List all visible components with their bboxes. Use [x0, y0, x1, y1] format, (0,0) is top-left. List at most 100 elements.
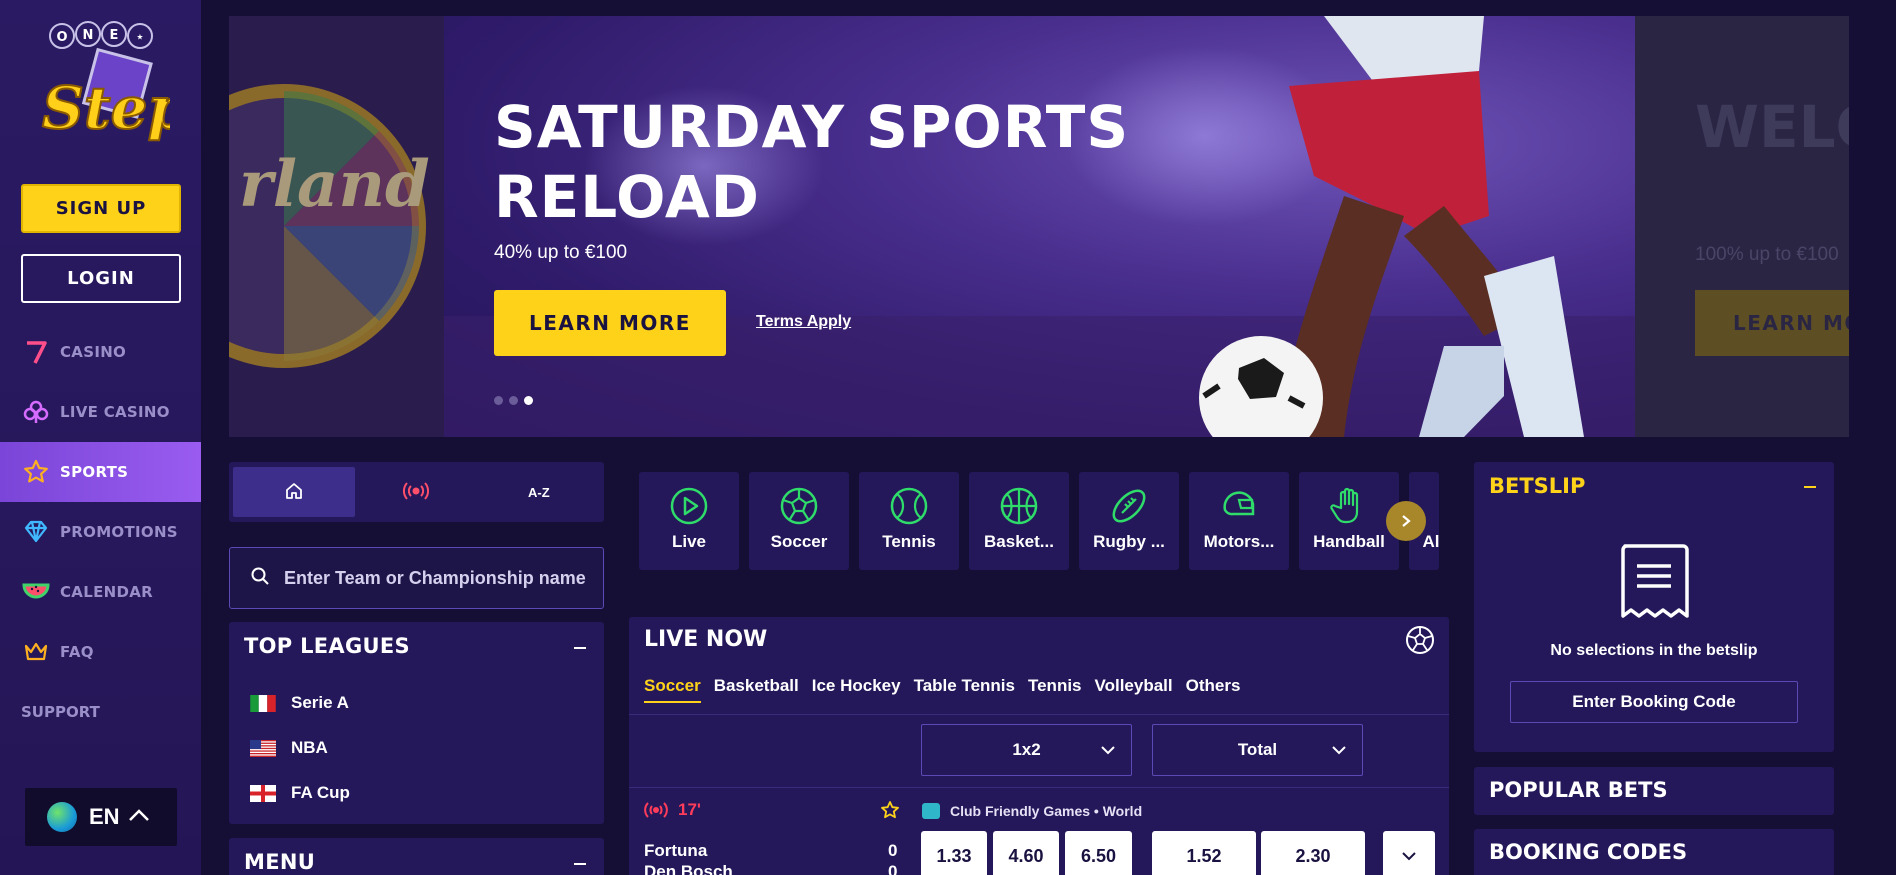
market-label: Total	[1237, 740, 1278, 759]
league-item[interactable]: FA Cup	[250, 783, 350, 803]
sidebar-item-promotions[interactable]: PROMOTIONS	[0, 502, 201, 562]
sports-view-tabs: A-Z	[229, 462, 604, 522]
soccer-ball-icon	[1406, 626, 1434, 654]
banner-title: SATURDAY SPORTS RELOAD	[494, 93, 1130, 231]
chevron-down-icon	[1402, 851, 1416, 860]
home-score: 0	[888, 841, 898, 860]
popular-bets-panel[interactable]: POPULAR BETS	[1474, 767, 1834, 815]
tab-home[interactable]	[233, 467, 356, 517]
booking-codes-panel[interactable]: BOOKING CODES	[1474, 829, 1834, 875]
watermelon-icon	[22, 578, 50, 606]
sidebar-item-live-casino[interactable]: LIVE CASINO	[0, 382, 201, 442]
sidebar-item-faq[interactable]: FAQ	[0, 622, 201, 682]
helmet-icon	[1223, 491, 1255, 516]
booking-codes-title: BOOKING CODES	[1489, 840, 1688, 864]
enter-booking-code-button[interactable]: Enter Booking Code	[1510, 681, 1798, 723]
seven-icon	[22, 338, 50, 366]
league-item[interactable]: NBA	[250, 738, 328, 758]
home-team[interactable]: Fortuna	[644, 841, 707, 861]
odd-over[interactable]: 1.52	[1152, 831, 1256, 875]
betslip-empty-text: No selections in the betslip	[1550, 642, 1758, 659]
odd-away[interactable]: 6.50	[1065, 831, 1132, 875]
league-name: NBA	[291, 738, 328, 757]
sport-label: Rugby ...	[1093, 532, 1165, 551]
tab-live[interactable]	[355, 467, 477, 517]
match-live-minute: 17'	[644, 800, 701, 820]
learn-more-button[interactable]: LEARN MORE	[494, 290, 726, 356]
league-name: Serie A	[291, 693, 349, 712]
live-now-title: LIVE NOW	[644, 627, 768, 652]
basketball-icon	[1000, 487, 1038, 525]
sport-tile-soccer[interactable]: Soccer	[749, 472, 849, 570]
logo[interactable]: O N E ⋆ Step	[30, 18, 189, 148]
league-item[interactable]: Serie A	[250, 693, 349, 713]
search-placeholder: Enter Team or Championship name	[284, 567, 586, 588]
chevron-right-icon	[1402, 515, 1411, 527]
away-team[interactable]: Den Bosch	[644, 862, 733, 875]
sport-label: Handball	[1313, 532, 1385, 551]
next-sports-button[interactable]	[1386, 501, 1426, 541]
sport-tile-live[interactable]: Live	[639, 472, 739, 570]
menu-title: MENU	[244, 850, 316, 874]
play-icon	[670, 487, 708, 525]
promo-banner[interactable]: SATURDAY SPORTS RELOAD 40% up to €100 LE…	[444, 16, 1635, 437]
language-label: EN	[89, 804, 120, 829]
terms-apply-link[interactable]: Terms Apply	[756, 313, 851, 331]
live-tab-tennis[interactable]: Tennis	[1028, 676, 1082, 703]
live-tab-basketball[interactable]: Basketball	[714, 676, 799, 703]
market-select-1x2[interactable]: 1x2	[921, 724, 1132, 776]
sport-tile-basketball[interactable]: Basket...	[969, 472, 1069, 570]
language-selector[interactable]: EN	[25, 788, 177, 846]
sport-tile-handball[interactable]: Handball	[1299, 472, 1399, 570]
live-tab-table-tennis[interactable]: Table Tennis	[914, 676, 1015, 703]
carousel-dot-active[interactable]	[524, 396, 533, 405]
search-input[interactable]: Enter Team or Championship name	[229, 547, 604, 609]
sign-up-button[interactable]: SIGN UP	[21, 184, 181, 233]
sport-label: Al	[1422, 532, 1440, 551]
crown-icon	[22, 638, 50, 666]
market-select-total[interactable]: Total	[1152, 724, 1363, 776]
chevron-up-icon	[128, 808, 150, 827]
italy-flag-icon	[250, 694, 276, 712]
sport-tile-motorsport[interactable]: Motors...	[1189, 472, 1289, 570]
svg-text:Step: Step	[42, 74, 170, 142]
odd-under[interactable]: 2.30	[1261, 831, 1365, 875]
sport-tile-rugby[interactable]: Rugby ...	[1079, 472, 1179, 570]
banner-next-slide[interactable]: WELC BONU 100% up to €100 LEARN MO	[1635, 16, 1849, 437]
sidebar-item-label: LIVE CASINO	[60, 403, 170, 421]
banner-prev-slide[interactable]: rland	[229, 16, 444, 437]
tab-az[interactable]: A-Z	[478, 467, 600, 517]
next-learn-more-button[interactable]: LEARN MO	[1695, 290, 1849, 356]
carousel-dot[interactable]	[509, 396, 518, 405]
live-tab-ice-hockey[interactable]: Ice Hockey	[812, 676, 901, 703]
world-icon	[922, 803, 940, 819]
svg-text:E: E	[110, 28, 119, 43]
collapse-top-leagues-button[interactable]	[574, 647, 586, 649]
odd-draw[interactable]: 4.60	[993, 831, 1059, 875]
svg-text:O: O	[56, 30, 67, 45]
sidebar-item-calendar[interactable]: CALENDAR	[0, 562, 201, 622]
sidebar-item-sports[interactable]: SPORTS	[0, 442, 201, 502]
support-link[interactable]: SUPPORT	[21, 703, 100, 721]
live-tab-soccer[interactable]: Soccer	[644, 676, 701, 703]
sport-label: Live	[671, 532, 707, 551]
live-tab-others[interactable]: Others	[1186, 676, 1241, 703]
sidebar-item-label: CASINO	[60, 343, 127, 361]
live-tab-volleyball[interactable]: Volleyball	[1095, 676, 1173, 703]
sidebar-item-casino[interactable]: CASINO	[0, 322, 201, 382]
carousel-dots	[494, 396, 533, 405]
banner-subtitle: 40% up to €100	[494, 242, 628, 263]
favorite-star-icon[interactable]	[880, 800, 900, 820]
away-score: 0	[888, 862, 898, 875]
collapse-menu-button[interactable]	[574, 863, 586, 865]
match-league-name: Club Friendly Games • World	[950, 803, 1143, 819]
odd-home[interactable]: 1.33	[921, 831, 987, 875]
more-markets-button[interactable]	[1383, 831, 1435, 875]
login-button[interactable]: LOGIN	[21, 254, 181, 303]
collapse-betslip-button[interactable]	[1804, 486, 1816, 488]
receipt-icon	[1621, 544, 1689, 618]
sidebar-item-label: PROMOTIONS	[60, 523, 178, 541]
carousel-dot[interactable]	[494, 396, 503, 405]
svg-text:N: N	[83, 28, 94, 43]
sport-tile-tennis[interactable]: Tennis	[859, 472, 959, 570]
